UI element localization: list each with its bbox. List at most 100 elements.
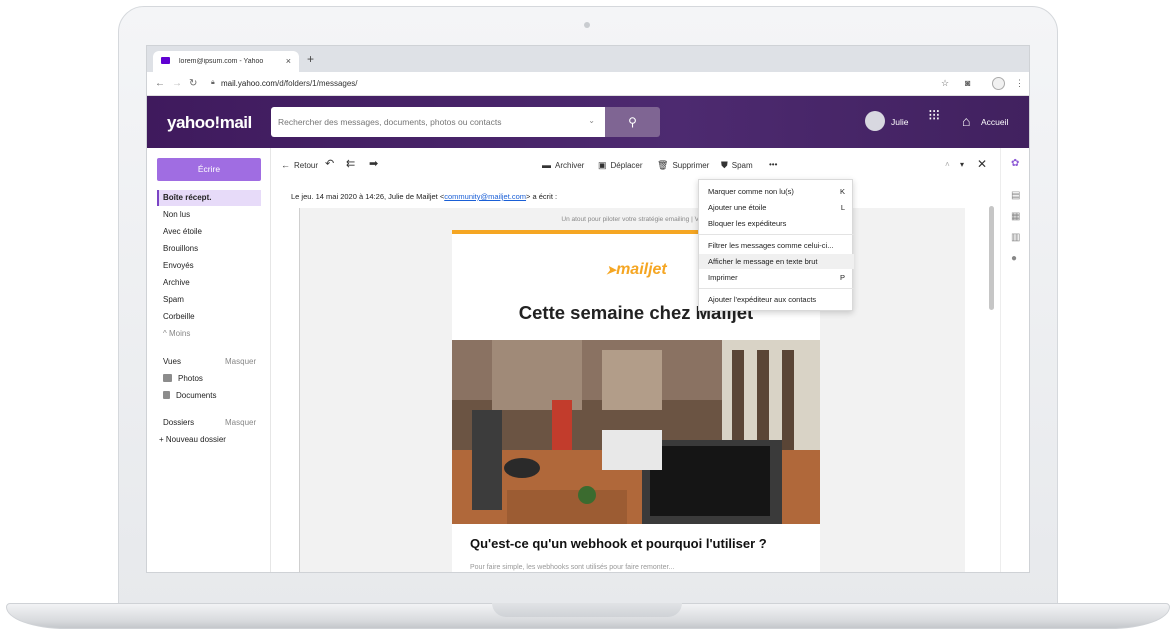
move-button[interactable]: ▣ Déplacer	[598, 160, 643, 171]
camera-extension-icon[interactable]: ◙	[965, 78, 970, 88]
yahoo-mail-logo[interactable]: yahoo!mail	[167, 113, 252, 133]
back-button[interactable]: ← Retour	[281, 160, 318, 170]
new-tab-button[interactable]: +	[307, 52, 314, 66]
chevron-down-icon[interactable]: ⌄	[588, 116, 595, 125]
folder-sent[interactable]: Envoyés	[157, 258, 261, 274]
previous-message-icon[interactable]: ˄	[945, 160, 950, 169]
user-avatar[interactable]	[865, 111, 885, 131]
show-less-link[interactable]: ^ Moins	[157, 326, 261, 342]
archive-button[interactable]: ▬ Archiver	[542, 160, 584, 170]
shield-icon: ⛊	[721, 160, 728, 170]
message-toolbar: ← Retour ↶ ⇇ ➡ ▬ Archiver ▣ Déplacer 🗑︎ Supp…	[271, 148, 991, 180]
lock-icon: 🔒︎	[211, 79, 215, 86]
message-scrollbar[interactable]	[989, 206, 994, 310]
tab-close-icon[interactable]: ×	[286, 56, 291, 66]
sender-email-link[interactable]: community@mailjet.com	[444, 192, 526, 201]
back-label: Retour	[294, 161, 319, 170]
new-folder-link[interactable]: + Nouveau dossier	[159, 435, 226, 444]
close-icon[interactable]: ✕	[977, 157, 987, 171]
calendar-icon[interactable]: ▦	[1011, 211, 1020, 222]
menu-item-add-star[interactable]: Ajouter une étoile L	[699, 200, 854, 215]
laptop-mockup: lorem@ipsum.com - Yahoo × + ← → ↻ 🔒︎ mai…	[0, 0, 1176, 638]
view-documents[interactable]: Documents	[163, 391, 216, 400]
from-prefix: Le jeu. 14 mai 2020 à 14:26, Julie de Ma…	[291, 192, 445, 201]
compose-button[interactable]: Écrire	[157, 158, 261, 181]
archive-icon: ▬	[542, 160, 551, 170]
folder-spam[interactable]: Spam	[157, 292, 261, 308]
delete-button[interactable]: 🗑︎ Supprimer	[657, 160, 709, 171]
reply-icon[interactable]: ↶	[325, 157, 334, 170]
menu-item-label: Bloquer les expéditeurs	[708, 219, 787, 228]
reply-all-icon[interactable]: ⇇	[346, 157, 355, 170]
notepad-icon[interactable]: ▥	[1011, 232, 1020, 243]
view-photos-label: Photos	[178, 374, 203, 383]
mail-sidebar: Écrire Boîte récept. Non lus Avec étoile…	[147, 148, 271, 572]
folder-unread[interactable]: Non lus	[157, 207, 261, 223]
profile-avatar[interactable]	[992, 77, 1005, 90]
message-pane: Le jeu. 14 mai 2020 à 14:26, Julie de Ma…	[271, 180, 991, 572]
reload-icon[interactable]: ↻	[189, 78, 197, 89]
bookmark-star-icon[interactable]: ☆	[941, 78, 949, 89]
spam-button[interactable]: ⛊ Spam	[721, 160, 753, 171]
address-bar: ← → ↻ 🔒︎ mail.yahoo.com/d/folders/1/mess…	[147, 72, 1029, 96]
spam-label: Spam	[731, 161, 753, 170]
menu-item-label: Filtrer les messages comme celui-ci...	[708, 241, 834, 250]
folder-archive[interactable]: Archive	[157, 275, 261, 291]
browser-menu-icon[interactable]: ⋮	[1015, 78, 1024, 89]
trash-icon: 🗑︎	[657, 160, 669, 170]
quoted-email: Un atout pour piloter votre stratégie em…	[299, 208, 965, 572]
email-paragraph: Pour faire simple, les webhooks sont uti…	[470, 564, 675, 571]
email-subheading: Qu'est-ce qu'un webhook et pourquoi l'ut…	[470, 536, 767, 551]
menu-item-shortcut: P	[839, 273, 845, 282]
menu-divider	[699, 234, 854, 235]
menu-divider	[699, 288, 854, 289]
quoted-header: Le jeu. 14 mai 2020 à 14:26, Julie de Ma…	[291, 192, 557, 201]
help-icon[interactable]: ●	[1011, 253, 1017, 264]
menu-item-print[interactable]: Imprimer P	[699, 270, 854, 285]
folder-trash[interactable]: Corbeille	[157, 309, 261, 325]
forward-icon[interactable]: ➡	[369, 157, 378, 170]
views-hide-link[interactable]: Masquer	[225, 357, 256, 366]
user-name[interactable]: Julie	[891, 117, 908, 127]
view-documents-label: Documents	[176, 391, 217, 400]
view-photos[interactable]: Photos	[163, 374, 203, 383]
url-field[interactable]: mail.yahoo.com/d/folders/1/messages/	[221, 79, 358, 88]
home-icon[interactable]: ⌂	[962, 113, 970, 129]
browser-tab[interactable]: lorem@ipsum.com - Yahoo ×	[153, 51, 299, 72]
tab-bar: lorem@ipsum.com - Yahoo × +	[147, 46, 1029, 72]
search-button[interactable]: ⚲	[605, 107, 660, 137]
email-preheader: Un atout pour piloter votre stratégie em…	[561, 216, 704, 223]
folder-inbox[interactable]: Boîte récept.	[157, 190, 261, 206]
delete-label: Supprimer	[672, 161, 710, 170]
mailjet-arrow-icon: ➤	[606, 263, 617, 277]
views-section-title: Vues	[163, 357, 181, 366]
menu-item-label: Ajouter une étoile	[708, 203, 767, 212]
next-message-icon[interactable]: ▾	[960, 160, 964, 169]
menu-item-shortcut: L	[840, 203, 845, 212]
folders-hide-link[interactable]: Masquer	[225, 418, 256, 427]
home-link[interactable]: Accueil	[981, 117, 1008, 127]
office-photo	[452, 340, 820, 524]
mailjet-logo: ➤mailjet	[606, 261, 667, 279]
menu-item-label: Afficher le message en texte brut	[708, 257, 818, 266]
menu-item-mark-unread[interactable]: Marquer comme non lu(s) K	[699, 184, 854, 199]
contacts-card-icon[interactable]: ▤	[1011, 190, 1020, 201]
back-arrow-icon: ←	[281, 160, 290, 170]
settings-gear-icon[interactable]: ✿	[1011, 158, 1019, 169]
menu-item-add-contact[interactable]: Ajouter l'expéditeur aux contacts	[699, 292, 854, 307]
forward-arrow-icon[interactable]: →	[172, 78, 182, 89]
menu-item-filter-similar[interactable]: Filtrer les messages comme celui-ci...	[699, 238, 854, 253]
search-box: ⌄	[271, 107, 605, 137]
more-actions-button[interactable]: •••	[769, 160, 777, 169]
folder-drafts[interactable]: Brouillons	[157, 241, 261, 257]
menu-item-block-senders[interactable]: Bloquer les expéditeurs	[699, 216, 854, 231]
menu-item-view-raw[interactable]: Afficher le message en texte brut	[699, 254, 854, 269]
folder-starred[interactable]: Avec étoile	[157, 224, 261, 240]
back-arrow-icon[interactable]: ←	[155, 78, 165, 89]
menu-item-label: Imprimer	[708, 273, 738, 282]
yahoo-mail-favicon-icon	[161, 57, 170, 64]
search-input[interactable]	[271, 107, 571, 137]
apps-grid-icon[interactable]: ⁝⁝⁝	[928, 108, 946, 123]
folders-section-title: Dossiers	[163, 418, 195, 427]
menu-item-label: Ajouter l'expéditeur aux contacts	[708, 295, 817, 304]
